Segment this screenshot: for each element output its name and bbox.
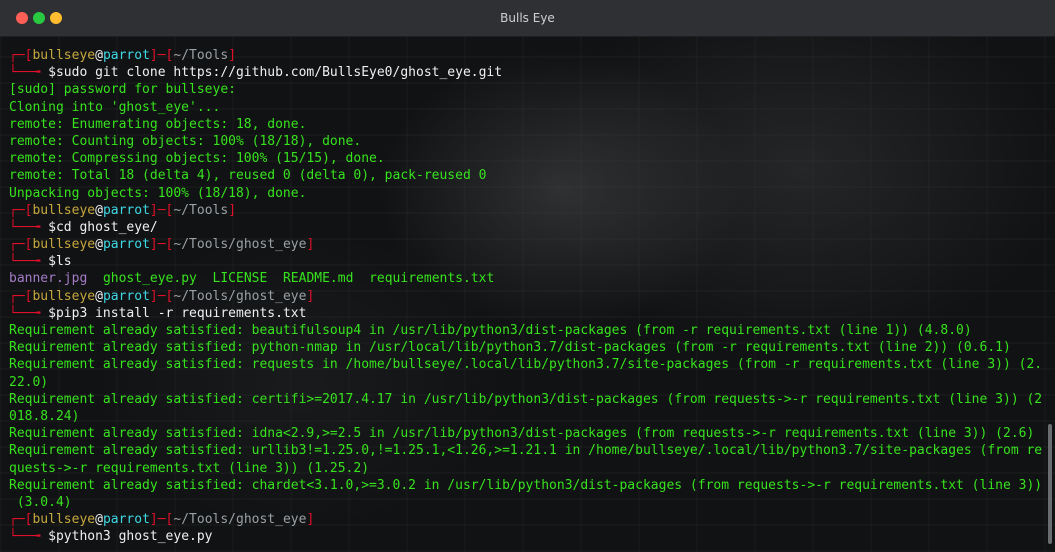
file-separator	[353, 271, 369, 286]
output-line: Requirement already satisfied: urllib3!=…	[9, 443, 1043, 459]
file-entry: LICENSE	[212, 271, 268, 287]
file-entry: banner.jpg	[9, 271, 88, 287]
title-bar: Bulls Eye	[0, 0, 1055, 37]
output-line: Requirement already satisfied: certifi>=…	[9, 391, 1043, 407]
prompt-bracket: ]	[306, 512, 315, 528]
file-entry: requirements.txt	[369, 271, 495, 287]
command-line: └──╼ $ls	[9, 253, 1041, 270]
prompt-branch: └──╼	[9, 529, 49, 545]
file-entry: README.md	[282, 271, 354, 287]
command-text: $ls	[48, 254, 72, 270]
prompt-path: ~/Tools	[173, 202, 229, 218]
prompt-branch: └──╼	[9, 219, 49, 235]
terminal-output[interactable]: ┌─[bullseye@parrot]─[~/Tools] └──╼ $sudo …	[9, 47, 1043, 552]
output-line: Cloning into 'ghost_eye'...	[9, 99, 221, 115]
output-line: remote: Enumerating objects: 18, done.	[9, 116, 307, 132]
prompt-at: @	[95, 48, 103, 63]
prompt-at: @	[95, 512, 103, 528]
prompt-path: ~/Tools/ghost_eye	[173, 288, 307, 304]
prompt-at: @	[95, 202, 103, 218]
prompt-header: ┌─[bullseye@parrot]─[~/Tools]	[9, 202, 1041, 219]
prompt-branch: ┌─	[9, 48, 25, 63]
command-line: └──╼ $pip3 install -r requirements.txt	[9, 305, 1041, 322]
output-line: Requirement already satisfied: requests …	[9, 357, 1043, 373]
file-separator	[267, 271, 283, 286]
prompt-bracket: ]─[	[149, 237, 174, 253]
output-line: Requirement already satisfied: beautiful…	[9, 323, 972, 338]
prompt-bracket: ]─[	[149, 48, 174, 63]
prompt-branch: ┌─	[9, 512, 25, 528]
prompt-bracket: ]	[228, 48, 237, 63]
prompt-header: ┌─[bullseye@parrot]─[~/Tools/ghost_eye]	[9, 288, 1041, 305]
output-line: remote: Compressing objects: 100% (15/15…	[9, 151, 385, 167]
prompt-at: @	[95, 237, 103, 253]
output-line: (3.0.4)	[9, 494, 72, 510]
prompt-header: ┌─[bullseye@parrot]─[~/Tools/ghost_eye]	[9, 511, 1041, 528]
output-line: remote: Counting objects: 100% (18/18), …	[9, 133, 362, 149]
prompt-host: parrot	[102, 237, 150, 253]
prompt-bracket: ]	[306, 237, 315, 253]
prompt-user: bullseye	[32, 512, 96, 528]
prompt-branch: ┌─	[9, 288, 25, 304]
command-text: $python3 ghost_eye.py	[48, 529, 213, 545]
prompt-user: bullseye	[32, 288, 96, 304]
prompt-bracket: ]─[	[149, 288, 174, 304]
command-text: $pip3 install -r requirements.txt	[48, 305, 307, 321]
output-line: remote: Total 18 (delta 4), reused 0 (de…	[9, 168, 487, 184]
prompt-bracket: ]─[	[149, 202, 174, 218]
ls-output: banner.jpg ghost_eye.py LICENSE README.m…	[9, 270, 1041, 287]
command-text: $sudo git clone https://github.com/Bulls…	[48, 65, 503, 81]
command-line: └──╼ $python3 ghost_eye.py	[9, 528, 1041, 545]
prompt-bracket: ]	[306, 288, 315, 304]
prompt-user: bullseye	[32, 237, 96, 253]
file-separator	[197, 271, 213, 286]
command-line: └──╼ $sudo git clone https://github.com/…	[9, 64, 1041, 81]
prompt-user: bullseye	[32, 202, 96, 218]
output-line: Requirement already satisfied: chardet<3…	[9, 477, 1043, 493]
prompt-at: @	[95, 288, 103, 304]
output-line: Unpacking objects: 100% (18/18), done.	[9, 185, 307, 201]
prompt-host: parrot	[102, 48, 150, 63]
output-line: Requirement already satisfied: idna<2.9,…	[9, 426, 1035, 442]
scrollbar[interactable]	[1048, 424, 1052, 544]
prompt-bracket: ]	[228, 202, 237, 218]
window-title: Bulls Eye	[500, 11, 555, 25]
command-text: $cd ghost_eye/	[48, 219, 158, 235]
file-entry: ghost_eye.py	[102, 271, 197, 287]
output-line: quests->-r requirements.txt (line 3)) (1…	[9, 460, 370, 476]
prompt-branch: ┌─	[9, 237, 25, 253]
prompt-header: ┌─[bullseye@parrot]─[~/Tools]	[9, 47, 1041, 64]
prompt-branch: ┌─	[9, 202, 25, 218]
prompt-host: parrot	[102, 512, 150, 528]
file-separator	[87, 271, 103, 286]
output-line: Requirement already satisfied: python-nm…	[9, 340, 1011, 356]
prompt-header: ┌─[bullseye@parrot]─[~/Tools/ghost_eye]	[9, 236, 1041, 253]
prompt-branch: └──╼	[9, 254, 49, 270]
prompt-branch: └──╼	[9, 305, 49, 321]
output-line: 018.8.24)	[9, 408, 80, 424]
output-line: 22.0)	[9, 374, 49, 390]
prompt-path: ~/Tools	[173, 48, 229, 63]
prompt-user: bullseye	[32, 48, 96, 63]
prompt-path: ~/Tools/ghost_eye	[173, 512, 307, 528]
prompt-path: ~/Tools/ghost_eye	[173, 237, 307, 253]
output-line: [sudo] password for bullseye:	[9, 82, 236, 98]
prompt-host: parrot	[102, 202, 150, 218]
command-line: └──╼ $cd ghost_eye/	[9, 219, 1041, 236]
prompt-host: parrot	[102, 288, 150, 304]
terminal-window: Bulls Eye ┌─[bullseye@parrot]─[~/Tools] └…	[0, 0, 1055, 552]
prompt-branch: └──╼	[9, 65, 49, 81]
prompt-bracket: ]─[	[149, 512, 174, 528]
